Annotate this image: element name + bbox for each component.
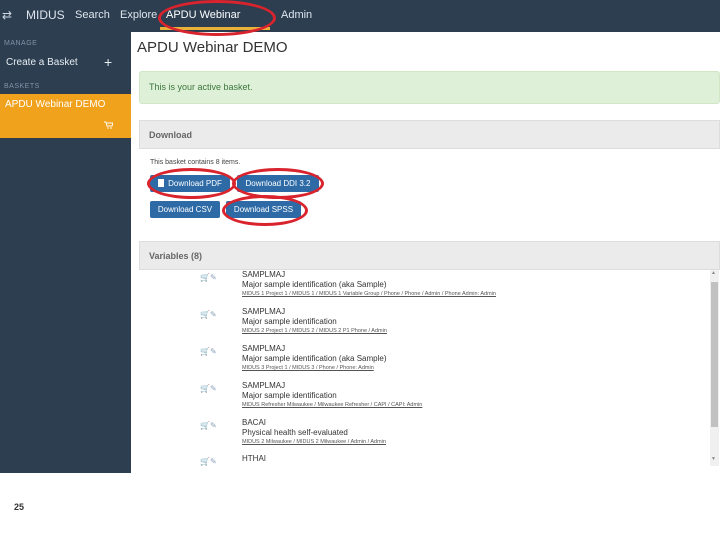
cart-icon[interactable] <box>104 121 114 131</box>
variables-panel-heading: Variables (8) <box>139 241 720 270</box>
cart-tag-icons[interactable]: 🛒✎ <box>200 310 217 319</box>
variable-name[interactable]: SAMPLMAJ <box>242 307 285 316</box>
variable-path[interactable]: MIDUS 3 Project 1 / MIDUS 3 / Phone / Ph… <box>242 365 374 371</box>
variable-path[interactable]: MIDUS 1 Project 1 / MIDUS 1 / MIDUS 1 Va… <box>242 291 496 297</box>
sidebar: MANAGE Create a Basket + BASKETS APDU We… <box>0 32 131 473</box>
swap-arrows-icon[interactable]: ⇄ <box>2 0 12 30</box>
cart-tag-icons[interactable]: 🛒✎ <box>200 347 217 356</box>
variable-path[interactable]: MIDUS 2 Project 1 / MIDUS 2 / MIDUS 2 P1… <box>242 328 387 334</box>
download-heading-text: Download <box>149 130 192 140</box>
variable-name[interactable]: SAMPLMAJ <box>242 344 285 353</box>
basket-contains-text: This basket contains 8 items. <box>150 159 241 166</box>
variable-label: Physical health self-evaluated <box>242 428 348 437</box>
cart-tag-icons[interactable]: 🛒✎ <box>200 457 217 466</box>
scroll-down-arrow-icon[interactable]: ▼ <box>711 456 716 462</box>
cart-tag-icons[interactable]: 🛒✎ <box>200 384 217 393</box>
nav-search-link[interactable]: Search <box>75 0 110 30</box>
variables-list: 🛒✎ SAMPLMAJ Major sample identification … <box>139 270 709 466</box>
sidebar-item-active-basket[interactable]: APDU Webinar DEMO <box>0 94 131 138</box>
list-item: 🛒✎ SAMPLMAJ Major sample identification … <box>139 344 709 380</box>
variable-path[interactable]: MIDUS 2 Milwaukee / MIDUS 2 Milwaukee / … <box>242 439 386 445</box>
highlight-ring-spss <box>222 195 308 226</box>
main-content: APDU Webinar DEMO This is your active ba… <box>131 32 720 473</box>
list-item: 🛒✎ SAMPLMAJ Major sample identification … <box>139 307 709 343</box>
list-item: 🛒✎ SAMPLMAJ Major sample identification … <box>139 381 709 417</box>
variable-name[interactable]: SAMPLMAJ <box>242 381 285 390</box>
list-item: 🛒✎ BACAI Physical health self-evaluated … <box>139 418 709 454</box>
variable-label: Major sample identification (aka Sample) <box>242 354 387 363</box>
sidebar-section-baskets: BASKETS <box>4 83 40 90</box>
highlight-ring-pdf <box>147 168 236 199</box>
nav-admin-link[interactable]: Admin <box>281 0 312 30</box>
scroll-thumb[interactable] <box>711 282 718 427</box>
sidebar-basket-label: APDU Webinar DEMO <box>5 99 106 110</box>
sidebar-section-manage: MANAGE <box>4 40 38 47</box>
list-item: 🛒✎ SAMPLMAJ Major sample identification … <box>139 270 709 306</box>
variable-name[interactable]: BACAI <box>242 418 266 427</box>
highlight-ring-ddi <box>232 168 324 199</box>
page-title: APDU Webinar DEMO <box>137 39 288 56</box>
alert-text: This is your active basket. <box>149 82 253 92</box>
variable-label: Major sample identification <box>242 391 337 400</box>
variable-label: Major sample identification (aka Sample) <box>242 280 387 289</box>
brand-link[interactable]: MIDUS <box>26 0 65 30</box>
cart-tag-icons[interactable]: 🛒✎ <box>200 273 217 282</box>
scroll-up-arrow-icon[interactable]: ▲ <box>711 270 716 276</box>
highlight-ring-basket-tab <box>158 0 276 36</box>
slide-page-number: 25 <box>14 502 25 512</box>
variable-name[interactable]: HTHAI <box>242 454 266 463</box>
variable-path[interactable]: MIDUS Refresher Milwaukee / Milwaukee Re… <box>242 402 422 408</box>
download-panel-heading: Download <box>139 120 720 149</box>
variables-heading-text: Variables (8) <box>149 251 203 261</box>
list-item: 🛒✎ HTHAI <box>139 454 709 466</box>
active-basket-alert: This is your active basket. <box>139 71 720 104</box>
download-csv-button[interactable]: Download CSV <box>150 201 220 218</box>
cart-tag-icons[interactable]: 🛒✎ <box>200 421 217 430</box>
variables-scrollbar[interactable]: ▲ ▼ <box>710 270 719 466</box>
plus-icon[interactable]: + <box>104 54 112 70</box>
nav-explore-link[interactable]: Explore <box>120 0 157 30</box>
top-navbar: ⇄ MIDUS Search Explore APDU Webinar DEMO… <box>0 0 720 52</box>
variable-label: Major sample identification <box>242 317 337 326</box>
variable-name[interactable]: SAMPLMAJ <box>242 270 285 279</box>
